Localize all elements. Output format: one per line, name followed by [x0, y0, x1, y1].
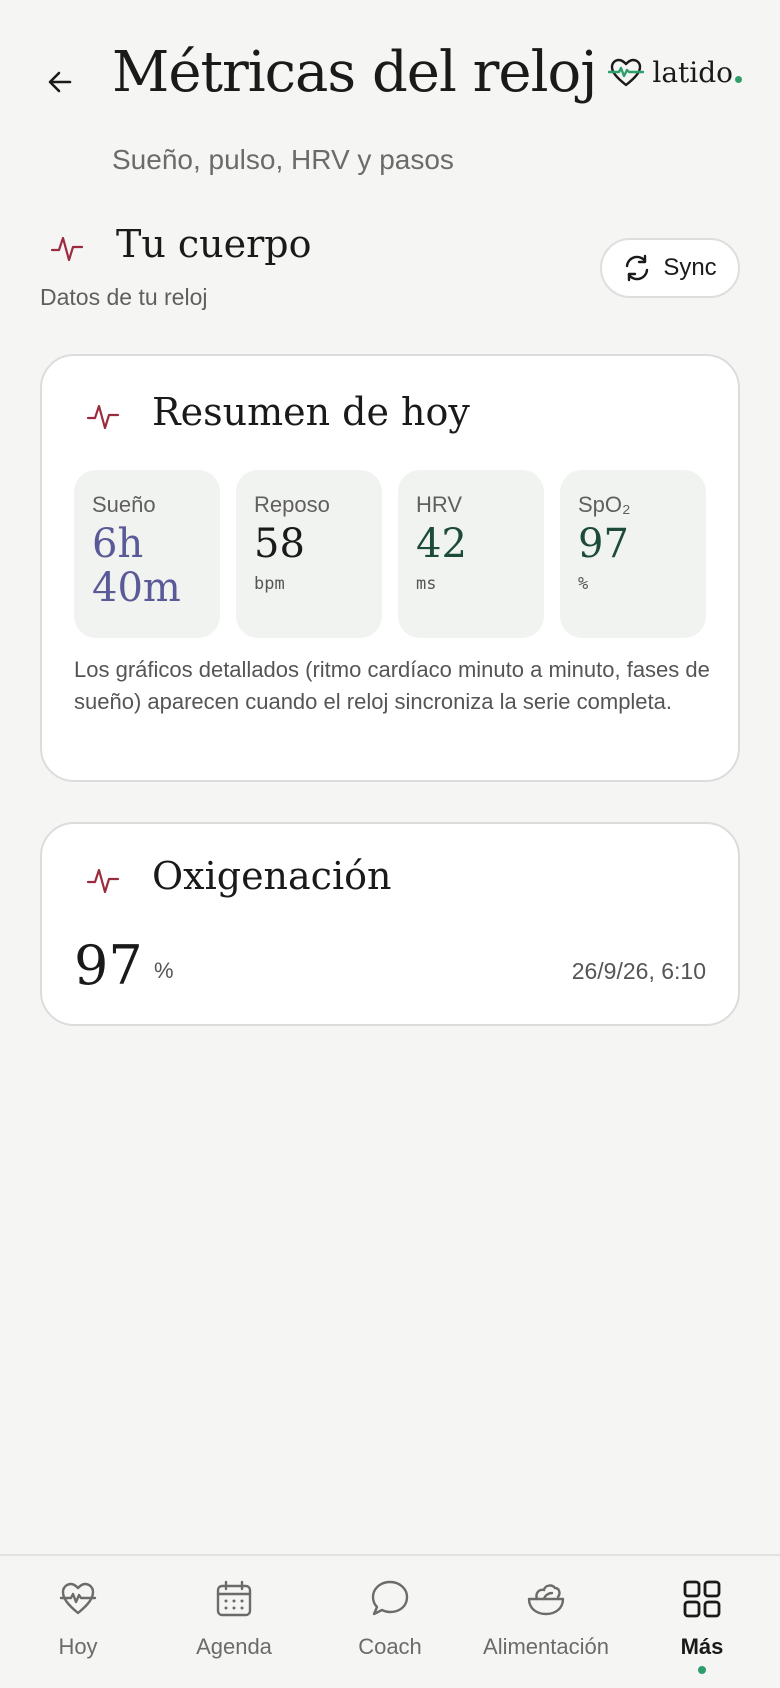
metric-unit: % — [578, 574, 589, 594]
metric-label: Reposo — [254, 492, 330, 517]
summary-title: Resumen de hoy — [152, 390, 470, 434]
metric-tile-sleep[interactable]: Sueño 6h 40m — [74, 470, 220, 638]
metric-tiles: Sueño 6h 40m Reposo 58 bpm HRV 42 ms SpO… — [74, 470, 706, 638]
brand-dot — [735, 76, 742, 83]
metric-tile-resting-hr[interactable]: Reposo 58 bpm — [236, 470, 382, 638]
arrow-left-icon — [48, 71, 72, 93]
nav-label: Más — [680, 1634, 724, 1659]
metric-value: 97 — [578, 521, 629, 567]
oxygen-timestamp: 26/9/26, 6:10 — [571, 958, 706, 984]
nav-item-agenda[interactable]: Agenda — [159, 1556, 309, 1676]
metric-value-line2: 40m — [92, 565, 181, 611]
grid-icon — [683, 1580, 721, 1618]
page-title: Métricas del reloj — [112, 40, 598, 105]
metric-label: HRV — [416, 492, 463, 517]
nav-label: Alimentación — [483, 1634, 609, 1659]
pulse-icon — [50, 236, 84, 262]
refresh-icon — [626, 254, 649, 282]
brand-logo: latido — [608, 56, 742, 89]
active-indicator-dot — [698, 1666, 706, 1674]
brand-name: latido — [652, 56, 733, 89]
metric-label: SpO₂ — [578, 492, 631, 517]
metric-unit: bpm — [254, 574, 285, 594]
heart-pulse-logo-icon — [608, 58, 645, 86]
metric-tile-spo2[interactable]: SpO₂ 97 % — [560, 470, 706, 638]
back-button[interactable] — [36, 58, 84, 106]
section-title: Tu cuerpo — [116, 222, 312, 266]
section-subtitle: Datos de tu reloj — [40, 284, 208, 310]
metrics-screen: Métricas del reloj latido Sueño, pulso, … — [0, 0, 780, 1688]
sync-label: Sync — [663, 254, 717, 281]
summary-card: Resumen de hoy Sueño 6h 40m Reposo 58 bp… — [40, 354, 740, 782]
nav-item-alimentacion[interactable]: Alimentación — [471, 1556, 621, 1676]
metric-unit: ms — [416, 574, 437, 594]
oxygen-value: 97 — [74, 934, 143, 997]
metric-label: Sueño — [92, 492, 156, 517]
pulse-icon — [86, 868, 120, 894]
nav-label: Coach — [358, 1634, 422, 1659]
oxygen-unit: % — [154, 958, 174, 983]
metric-tile-hrv[interactable]: HRV 42 ms — [398, 470, 544, 638]
pulse-icon — [86, 404, 120, 430]
nav-label: Hoy — [58, 1634, 98, 1659]
nav-label: Agenda — [196, 1634, 272, 1659]
metric-value: 58 — [254, 521, 305, 567]
oxygen-title: Oxigenación — [152, 854, 392, 898]
bottom-nav: Hoy Agenda Coach Alimentación Más — [0, 1554, 780, 1688]
nav-item-mas[interactable]: Más — [627, 1556, 777, 1676]
oxygen-card: Oxigenación 97 % 26/9/26, 6:10 — [40, 822, 740, 1026]
metric-value: 42 — [416, 521, 467, 567]
calendar-icon — [216, 1580, 252, 1617]
nav-item-coach[interactable]: Coach — [315, 1556, 465, 1676]
metric-value-line1: 6h — [92, 521, 144, 567]
salad-bowl-icon — [527, 1584, 565, 1616]
sync-note: Los gráficos detallados (ritmo cardíaco … — [74, 657, 710, 714]
heart-pulse-icon — [59, 1582, 97, 1615]
nav-item-hoy[interactable]: Hoy — [3, 1556, 153, 1676]
sync-button[interactable]: Sync — [600, 238, 740, 298]
chat-bubble-icon — [371, 1580, 409, 1616]
page-subtitle: Sueño, pulso, HRV y pasos — [112, 144, 454, 175]
